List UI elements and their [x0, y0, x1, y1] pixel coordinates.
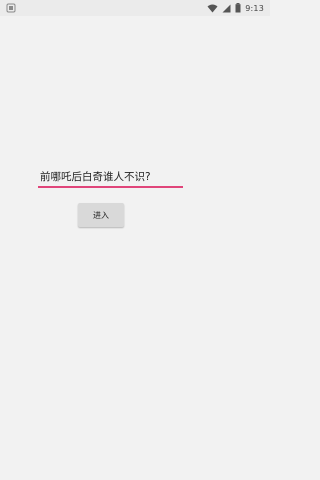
enter-button[interactable]: 进入 [78, 203, 124, 227]
status-bar: 9:13 [0, 0, 270, 16]
battery-icon [235, 3, 241, 13]
input-underline [38, 186, 183, 188]
wifi-icon [207, 4, 218, 13]
riddle-input[interactable]: 前哪吒后白奇谁人不识? [38, 166, 183, 188]
riddle-input-value: 前哪吒后白奇谁人不识? [40, 171, 151, 183]
notification-icon [6, 3, 16, 13]
status-time: 9:13 [245, 3, 264, 13]
cell-signal-icon [222, 4, 231, 13]
